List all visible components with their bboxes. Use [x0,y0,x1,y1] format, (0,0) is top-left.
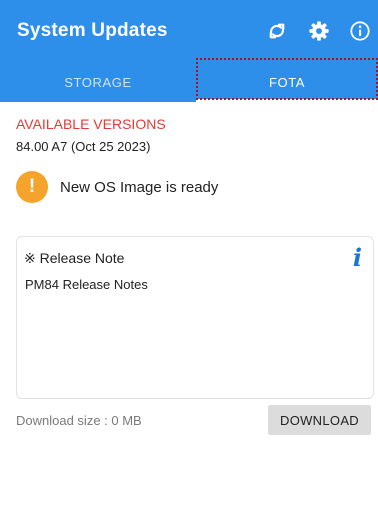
warning-icon: ! [16,171,48,203]
info-icon[interactable] [347,18,373,44]
download-button[interactable]: DOWNLOAD [268,405,371,435]
version-text: 84.00 A7 (Oct 25 2023) [16,139,151,154]
available-versions-label: AVAILABLE VERSIONS [16,116,166,132]
release-note-card: ※ Release Note i PM84 Release Notes [16,236,374,399]
status-text: New OS Image is ready [60,178,219,196]
app-title: System Updates [17,20,168,41]
highlight-box [196,58,378,100]
status-row: ! New OS Image is ready [16,171,218,203]
gear-icon[interactable] [306,18,332,44]
tab-storage[interactable]: STORAGE [0,62,196,102]
app-bar: System Updates [0,0,378,62]
release-note-title: ※ Release Note [24,250,125,266]
tab-storage-label: STORAGE [64,74,132,90]
release-info-icon[interactable]: i [353,243,362,272]
release-note-body: PM84 Release Notes [25,277,148,292]
refresh-icon[interactable] [264,18,290,44]
download-size-text: Download size : 0 MB [16,413,142,428]
